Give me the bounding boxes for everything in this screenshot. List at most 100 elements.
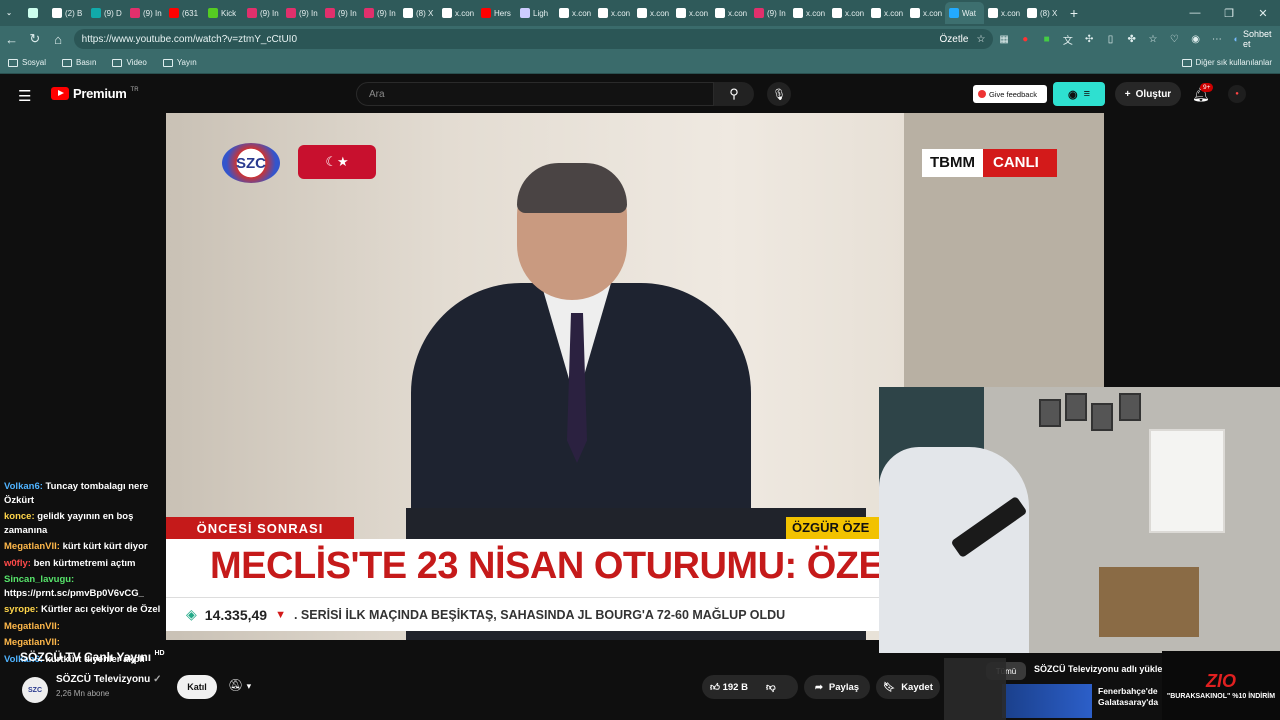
browser-tab[interactable]: (9) In [282, 2, 321, 24]
browser-tab[interactable]: x.con [906, 2, 945, 24]
save-button[interactable]: 🔖︎ Kaydet [876, 675, 940, 699]
extension-icon[interactable]: ● [1015, 28, 1036, 50]
extension-button[interactable]: ◉ ≡ [1053, 82, 1105, 106]
bookmark-folder[interactable]: Basın [54, 58, 104, 67]
create-button[interactable]: + Oluştur [1115, 82, 1181, 106]
search-button[interactable]: ⚲ [714, 82, 754, 106]
chat-text: kürt kürt kürt diyor [62, 541, 148, 552]
browser-tab[interactable]: (8) X [399, 2, 438, 24]
extension-icon: ◉ [1067, 88, 1078, 101]
browser-tab[interactable] [24, 2, 48, 24]
browser-tab[interactable]: x.con [633, 2, 672, 24]
create-label: Oluştur [1135, 88, 1172, 100]
chevron-down-icon: ▾ [246, 681, 252, 691]
chevron-down-icon: ⌄ [6, 10, 12, 17]
translate-icon[interactable]: 文 [1057, 28, 1078, 50]
extension-icon[interactable]: ▦ [993, 28, 1014, 50]
browser-tab[interactable]: Ligh [516, 2, 555, 24]
favorites-icon[interactable]: ☆ [1142, 28, 1163, 50]
back-button[interactable]: ← [0, 28, 23, 50]
list-icon: ≡ [1083, 88, 1091, 100]
minimize-button[interactable]: — [1178, 0, 1212, 26]
tab-actions-button[interactable]: ⌄ [0, 2, 24, 24]
browser-tab[interactable]: (8) X [1023, 2, 1062, 24]
hamburger-menu-icon[interactable]: ☰ [18, 87, 31, 105]
browser-tab[interactable]: (2) B [48, 2, 87, 24]
tab-label: (631 [182, 8, 199, 18]
browser-tab[interactable]: Kick [204, 2, 243, 24]
share-button[interactable]: ➦ Paylaş [804, 675, 870, 699]
url-field[interactable]: https://www.youtube.com/watch?v=ztmY_cCt… [73, 29, 994, 49]
browser-tab[interactable]: x.con [672, 2, 711, 24]
folder-icon [62, 58, 73, 67]
browser-tab[interactable]: x.con [438, 2, 477, 24]
browser-tab[interactable]: x.con [828, 2, 867, 24]
feedback-icon [978, 90, 986, 98]
browser-tab[interactable]: x.con [555, 2, 594, 24]
youtube-logo[interactable]: Premium TR [51, 86, 139, 101]
other-bookmarks[interactable]: Diğer sık kullanılanlar [1174, 58, 1280, 67]
bookmark-icon: 🔖︎ [883, 681, 896, 693]
tab-label: x.con [728, 8, 748, 18]
tab-label: x.con [845, 8, 865, 18]
like-button[interactable]: 👍︎ 192 B [710, 681, 748, 693]
browser-tab[interactable]: x.con [867, 2, 906, 24]
browser-tab[interactable]: (9) In [243, 2, 282, 24]
browser-tab[interactable]: (9) In [126, 2, 165, 24]
browser-tab[interactable]: (631 [165, 2, 204, 24]
extensions-icon[interactable]: ✤ [1121, 28, 1142, 50]
bookmark-folder[interactable]: Yayın [155, 58, 205, 67]
browser-tab[interactable]: x.con [789, 2, 828, 24]
youtube-page: ☰ Premium TR Ara ⚲ 🎙︎ Give feedback ◉ ≡ +… [0, 76, 1280, 720]
split-screen-icon[interactable]: ▯ [1100, 28, 1121, 50]
extension-icon[interactable]: ✣ [1079, 28, 1100, 50]
browser-tab[interactable]: (9) D [87, 2, 126, 24]
voice-search-button[interactable]: 🎙︎ [767, 82, 791, 106]
account-avatar[interactable]: ● [1228, 85, 1246, 103]
channel-avatar[interactable]: SZC [22, 677, 48, 703]
copilot-chat-button[interactable]: ◐ Sohbet et [1234, 29, 1280, 49]
browser-tab[interactable]: Wat [945, 2, 984, 24]
maximize-button[interactable]: ❐ [1212, 0, 1246, 26]
share-icon: ➦ [814, 681, 823, 693]
reload-button[interactable]: ↻ [23, 28, 46, 50]
join-button[interactable]: Katıl [177, 675, 217, 699]
more-icon[interactable]: ⋯ [1206, 28, 1227, 50]
related-video-title[interactable]: Fenerbahçe'de Galatasaray'da [1098, 686, 1162, 708]
bookmark-folder[interactable]: Sosyal [0, 58, 54, 67]
browser-tab[interactable]: (9) In [360, 2, 399, 24]
notification-toggle[interactable]: 🔕︎ ▾ [228, 678, 251, 692]
x-icon [403, 8, 413, 18]
close-window-button[interactable]: ✕ [1246, 0, 1280, 26]
collections-icon[interactable]: ♡ [1164, 28, 1185, 50]
browser-tab[interactable]: x.con [594, 2, 633, 24]
give-feedback-button[interactable]: Give feedback [973, 85, 1047, 103]
browser-tab[interactable]: Hers [477, 2, 516, 24]
instagram-icon [754, 8, 764, 18]
star-icon[interactable]: ☆ [976, 34, 985, 45]
extension-icon[interactable]: ■ [1036, 28, 1057, 50]
summarize-button[interactable]: Özetle [940, 34, 969, 45]
profile-avatar[interactable]: ◉ [1185, 28, 1206, 50]
live-label: CANLI [983, 149, 1057, 177]
youtube-header: ☰ Premium TR Ara ⚲ 🎙︎ Give feedback ◉ ≡ +… [0, 76, 1280, 112]
youtube-play-icon [51, 87, 69, 100]
home-button[interactable]: ⌂ [46, 28, 69, 50]
browser-tab[interactable]: (9) In [321, 2, 360, 24]
tab-label: (9) In [260, 8, 279, 18]
notification-badge: 9+ [1200, 83, 1214, 92]
channel-name[interactable]: SÖZCÜ Televizyonu ✓ [56, 674, 161, 685]
related-thumbnail[interactable] [1002, 684, 1092, 718]
browser-tab[interactable]: (9) In [750, 2, 789, 24]
dislike-button[interactable]: 👎︎ [766, 681, 776, 693]
search-input[interactable]: Ara [356, 82, 714, 106]
x-icon [637, 8, 647, 18]
tab-label: (9) In [299, 8, 318, 18]
bookmark-folder[interactable]: Video [104, 58, 154, 67]
browser-tab[interactable]: x.con [711, 2, 750, 24]
new-tab-button[interactable]: + [1062, 2, 1086, 24]
bookmark-label: Sosyal [22, 58, 47, 67]
tab-label: x.con [650, 8, 670, 18]
youtube-icon [169, 8, 179, 18]
browser-tab[interactable]: x.con [984, 2, 1023, 24]
